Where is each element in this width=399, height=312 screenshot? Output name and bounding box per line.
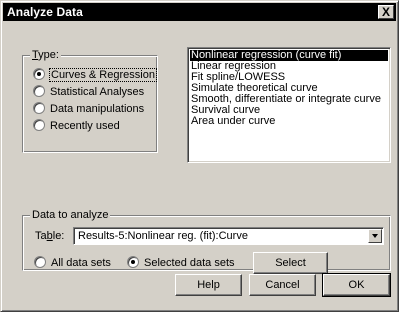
radio-label-recently: Recently used bbox=[50, 120, 120, 132]
analyze-data-dialog: Analyze Data X Type: Curves & Regression… bbox=[0, 0, 399, 312]
radio-button[interactable] bbox=[34, 256, 46, 268]
table-label: Table: bbox=[35, 230, 65, 242]
radio-button-checked[interactable] bbox=[33, 68, 45, 80]
list-item[interactable]: Area under curve bbox=[190, 116, 388, 127]
table-select[interactable]: Results-5:Nonlinear reg. (fit):Curve bbox=[73, 227, 384, 245]
chevron-down-icon[interactable] bbox=[368, 229, 382, 243]
ok-button[interactable]: OK bbox=[322, 273, 391, 297]
radio-button[interactable] bbox=[33, 119, 45, 131]
radio-all-data-sets[interactable]: All data sets bbox=[34, 256, 111, 270]
close-icon: X bbox=[381, 5, 390, 19]
radio-label-statistical: Statistical Analyses bbox=[50, 86, 145, 98]
table-select-value: Results-5:Nonlinear reg. (fit):Curve bbox=[78, 230, 248, 242]
window-title: Analyze Data bbox=[7, 5, 83, 19]
radio-label-selected: Selected data sets bbox=[144, 257, 235, 269]
type-legend-rest: ype: bbox=[38, 49, 59, 61]
radio-label-curves: Curves & Regression bbox=[49, 68, 157, 82]
radio-label-all: All data sets bbox=[51, 257, 111, 269]
radio-label-manipulations: Data manipulations bbox=[50, 103, 145, 115]
type-group-legend: Type: bbox=[30, 49, 61, 62]
data-group-legend: Data to analyze bbox=[30, 209, 111, 222]
radio-statistical-analyses[interactable]: Statistical Analyses bbox=[33, 85, 144, 99]
analysis-listbox[interactable]: Nonlinear regression (curve fit) Linear … bbox=[187, 47, 391, 163]
type-group: Type: Curves & Regression Statistical An… bbox=[22, 49, 158, 153]
radio-selected-data-sets[interactable]: Selected data sets bbox=[127, 256, 235, 270]
help-button[interactable]: Help bbox=[175, 274, 242, 296]
title-bar[interactable]: Analyze Data X bbox=[3, 3, 396, 21]
radio-data-manipulations[interactable]: Data manipulations bbox=[33, 102, 144, 116]
radio-curves-regression[interactable]: Curves & Regression bbox=[33, 68, 157, 82]
radio-button[interactable] bbox=[33, 85, 45, 97]
close-button[interactable]: X bbox=[378, 5, 394, 19]
cancel-button[interactable]: Cancel bbox=[249, 274, 316, 296]
select-button[interactable]: Select bbox=[253, 252, 328, 274]
radio-button-checked[interactable] bbox=[127, 256, 139, 268]
radio-button[interactable] bbox=[33, 102, 45, 114]
radio-recently-used[interactable]: Recently used bbox=[33, 119, 120, 133]
